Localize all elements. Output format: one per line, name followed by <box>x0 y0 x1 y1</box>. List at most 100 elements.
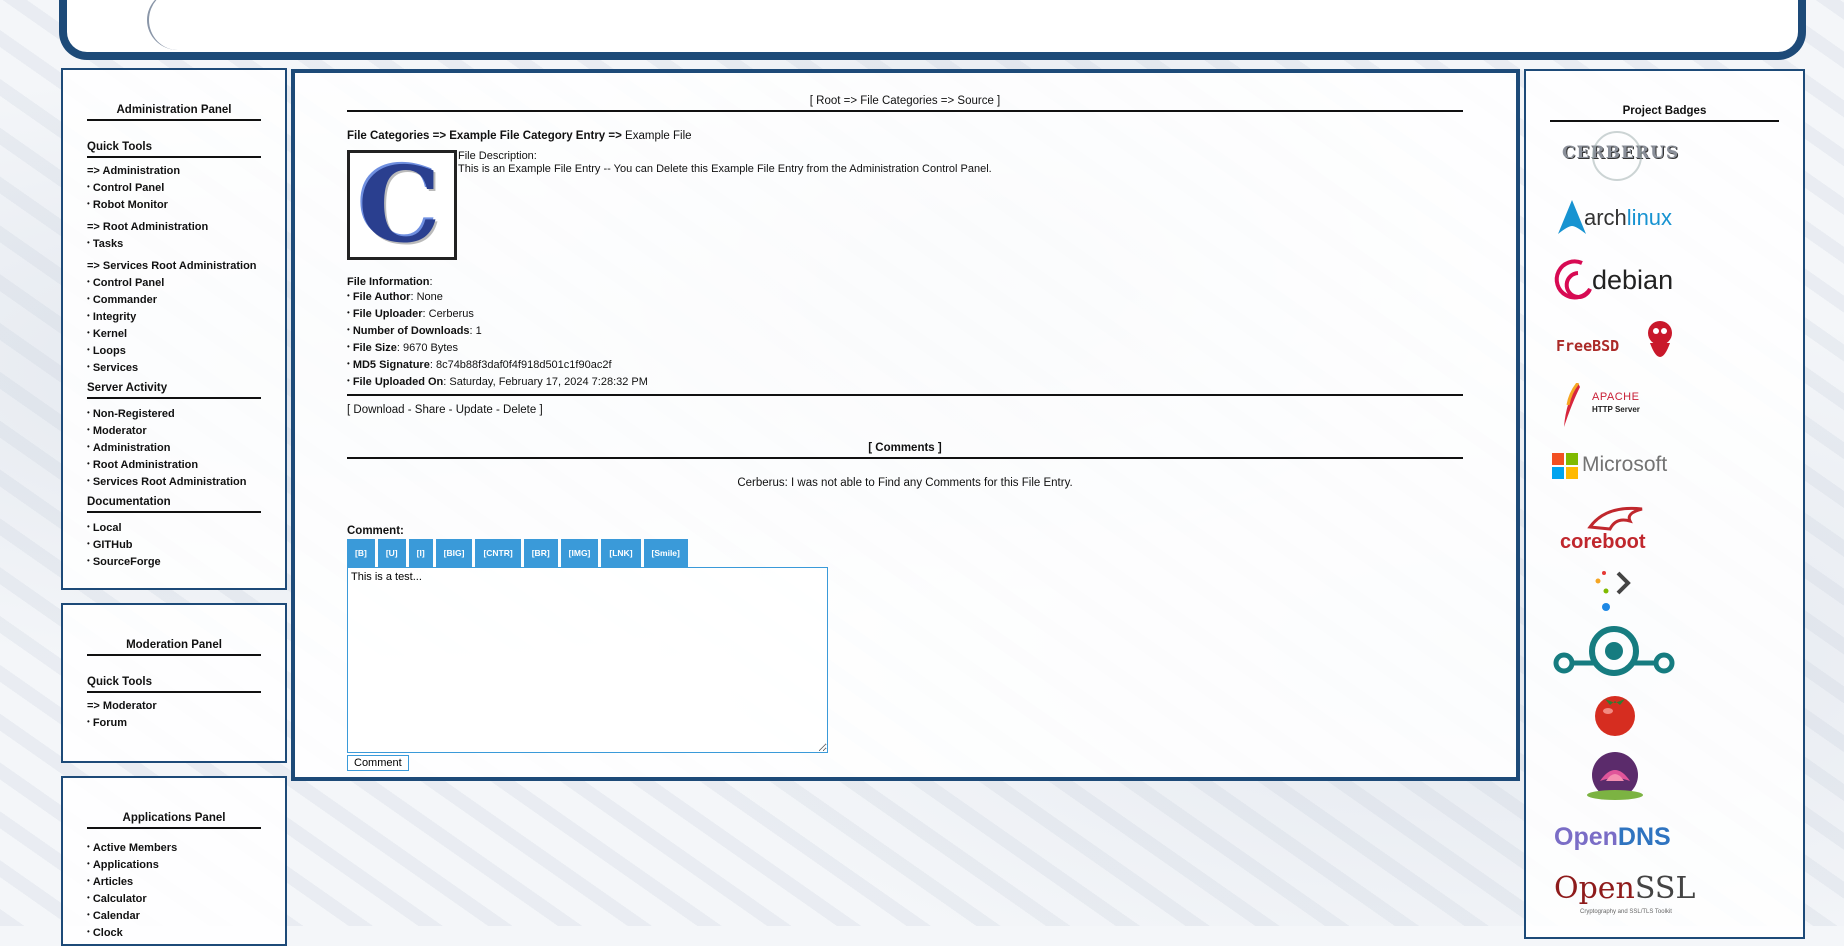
file-path-links[interactable]: File Categories => Example File Category… <box>347 130 622 142</box>
sidebar-link[interactable]: • Loops <box>87 342 261 359</box>
sidebar-link[interactable]: • Administration <box>87 439 261 456</box>
sidebar-link[interactable]: • Moderator <box>87 422 261 439</box>
sidebar-link[interactable]: • Services Root Administration <box>87 473 261 490</box>
bullet-icon: • <box>87 893 90 902</box>
bbcode-button[interactable]: [BIG] <box>435 539 473 567</box>
sidebar-link[interactable]: • Control Panel <box>87 179 261 196</box>
sidebar-link[interactable]: • GITHub <box>87 536 261 553</box>
bbcode-button[interactable]: [B] <box>347 539 375 567</box>
cerberus-emblem-icon <box>1592 131 1642 181</box>
opendns-dns-text: DNS <box>1617 823 1671 851</box>
apache-feather-icon <box>1564 383 1580 427</box>
bbcode-button[interactable]: [LNK] <box>601 539 641 567</box>
openssl-badge[interactable]: OpenSSL Cryptography and SSL/TLS Toolkit <box>1552 871 1695 921</box>
archlinux-badge[interactable]: archlinux <box>1552 197 1672 237</box>
sidebar-link[interactable]: • Kernel <box>87 325 261 342</box>
sidebar-link[interactable]: • Root Administration <box>87 456 261 473</box>
sidebar-link[interactable]: • Non-Registered <box>87 405 261 422</box>
tomato-badge[interactable] <box>1552 689 1680 737</box>
panel-title: Applications Panel <box>87 812 261 829</box>
sidebar-link[interactable]: => Root Administration <box>87 220 261 235</box>
file-info-row: • Number of Downloads: 1 <box>347 325 482 337</box>
lotus-icon <box>1587 752 1643 800</box>
microsoft-badge[interactable]: Microsoft <box>1552 451 1680 481</box>
microsoft-logo-icon <box>1552 453 1578 479</box>
opendns-open-text: Open <box>1554 823 1618 851</box>
sidebar-link[interactable]: => Moderator <box>87 699 261 714</box>
bbcode-button[interactable]: [IMG] <box>560 539 599 567</box>
bracket: ] <box>536 404 543 416</box>
moderation-links: => Moderator • Forum <box>87 699 261 731</box>
bbcode-button[interactable]: [CNTR] <box>475 539 521 567</box>
file-path-current: Example File <box>625 130 692 142</box>
comment-textarea[interactable]: This is a test... <box>347 567 828 753</box>
sidebar-link[interactable]: • Commander <box>87 291 261 308</box>
bullet-icon: • <box>347 325 350 334</box>
sidebar-link[interactable]: => Administration <box>87 164 261 179</box>
sidebar-link[interactable]: • Tasks <box>87 235 261 252</box>
sidebar-link-label: Commander <box>92 294 157 306</box>
opendns-badge[interactable]: OpenDNS <box>1552 821 1680 855</box>
lotus-badge[interactable] <box>1552 751 1680 801</box>
sidebar-link-label: Local <box>92 522 122 534</box>
file-information-label: File Information <box>347 276 430 288</box>
sidebar-link[interactable]: • Forum <box>87 714 261 731</box>
bbcode-button[interactable]: [BR] <box>523 539 558 567</box>
bbcode-button[interactable]: [I] <box>408 539 433 567</box>
bullet-icon: • <box>87 842 90 851</box>
openssl-ssl-text: SSL <box>1634 871 1696 906</box>
lineageos-badge[interactable] <box>1552 625 1680 677</box>
sidebar-link[interactable]: • Articles <box>87 873 261 890</box>
sidebar-link[interactable]: • Local <box>87 519 261 536</box>
site-header <box>59 0 1806 60</box>
sidebar-link[interactable]: • SourceForge <box>87 553 261 570</box>
coreboot-badge[interactable]: coreboot <box>1552 503 1680 555</box>
bullet-icon: • <box>87 539 90 548</box>
cerberus-badge[interactable]: CERBERUS <box>1552 131 1678 181</box>
delete-link[interactable]: Delete <box>503 404 536 416</box>
sidebar-link-label: => Moderator <box>87 700 157 712</box>
sidebar-link[interactable]: • Control Panel <box>87 274 261 291</box>
comment-submit-button[interactable]: Comment <box>347 755 409 771</box>
sidebar-link[interactable]: • Active Members <box>87 839 261 856</box>
file-summary: C File Description: This is an Example F… <box>347 143 1463 266</box>
bbcode-button[interactable]: [U] <box>377 539 406 567</box>
sidebar-link[interactable]: • Integrity <box>87 308 261 325</box>
sidebar-link[interactable]: • Calendar <box>87 907 261 924</box>
arch-logo-icon <box>1558 200 1586 234</box>
panel-title: Moderation Panel <box>87 639 261 656</box>
file-info-row: • File Uploaded On: Saturday, February 17… <box>347 376 648 388</box>
linux-text: linux <box>1626 205 1673 230</box>
separator: - <box>492 404 504 416</box>
sidebar-link-label: Applications <box>92 859 159 871</box>
bullet-icon: • <box>347 359 350 368</box>
sidebar-link[interactable]: • Clock <box>87 924 261 941</box>
bullet-icon: • <box>87 927 90 936</box>
sidebar-link[interactable]: • Calculator <box>87 890 261 907</box>
bbcode-button[interactable]: [Smile] <box>643 539 688 567</box>
file-information-title: File Information: <box>347 276 433 288</box>
download-link[interactable]: Download <box>353 404 404 416</box>
share-link[interactable]: Share <box>415 404 446 416</box>
bullet-icon: • <box>87 556 90 565</box>
breadcrumb-text[interactable]: [ Root => File Categories => Source ] <box>810 95 1001 107</box>
freebsd-badge[interactable]: FreeBSD <box>1552 317 1680 373</box>
sidebar-link-label: Root Administration <box>92 459 199 471</box>
sidebar-link[interactable]: => Services Root Administration <box>87 259 261 274</box>
sidebar-link[interactable]: • Services <box>87 359 261 376</box>
apache-text: APACHE <box>1592 391 1640 403</box>
freebsd-text: FreeBSD <box>1556 337 1620 355</box>
update-link[interactable]: Update <box>456 404 493 416</box>
sidebar-link-label: GITHub <box>92 539 133 551</box>
sidebar-link[interactable]: • Applications <box>87 856 261 873</box>
debian-badge[interactable]: debian <box>1552 255 1682 305</box>
sidebar-link-label: => Root Administration <box>87 221 209 233</box>
file-logo-icon: C <box>358 143 441 266</box>
apache-subtext: HTTP Server <box>1592 405 1640 414</box>
sidebar-link[interactable]: • Robot Monitor <box>87 196 261 213</box>
section-quick-tools: Quick Tools <box>87 676 261 693</box>
file-path: File Categories => Example File Category… <box>347 130 1463 142</box>
git-flow-badge[interactable] <box>1552 567 1680 611</box>
top-breadcrumb: [ Root => File Categories => Source ] <box>347 95 1463 112</box>
apache-badge[interactable]: APACHE HTTP Server <box>1552 383 1672 431</box>
